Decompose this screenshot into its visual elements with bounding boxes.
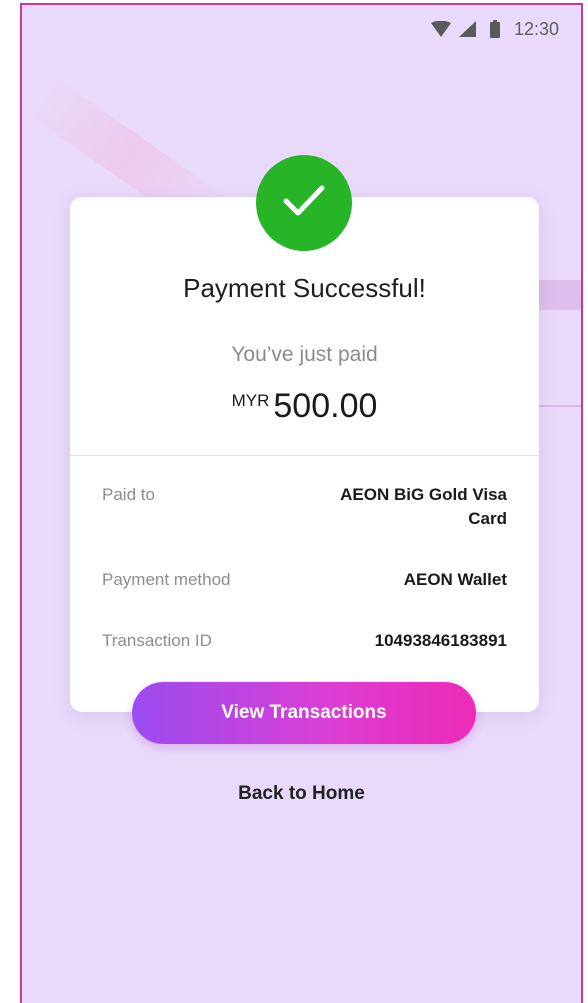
success-badge bbox=[256, 155, 352, 251]
divider bbox=[70, 455, 539, 456]
amount-value: 500.00 bbox=[273, 387, 378, 425]
wifi-icon bbox=[430, 21, 451, 37]
detail-value: AEON BiG Gold Visa Card bbox=[340, 485, 507, 528]
detail-value: 10493846183891 bbox=[374, 631, 507, 650]
view-transactions-button[interactable]: View Transactions bbox=[132, 682, 476, 744]
transaction-details: Paid to AEON BiG Gold Visa Card Payment … bbox=[102, 483, 507, 690]
paid-amount: MYR 500.00 bbox=[70, 387, 539, 426]
detail-label: Transaction ID bbox=[102, 631, 212, 650]
page-title: Payment Successful! bbox=[183, 273, 426, 303]
paid-subtitle: You’ve just paid bbox=[231, 343, 378, 366]
amount-currency: MYR bbox=[231, 391, 270, 410]
detail-row-paid-to: Paid to AEON BiG Gold Visa Card bbox=[102, 483, 507, 531]
status-bar: 12:30 bbox=[430, 17, 559, 41]
signal-icon bbox=[458, 21, 476, 37]
receipt-card: Payment Successful! You’ve just paid MYR… bbox=[70, 197, 539, 712]
status-time: 12:30 bbox=[513, 18, 559, 39]
back-to-home-link[interactable]: Back to Home bbox=[22, 783, 581, 805]
detail-label: Paid to bbox=[102, 485, 155, 504]
detail-row-transaction-id: Transaction ID 10493846183891 bbox=[102, 629, 507, 653]
detail-value: AEON Wallet bbox=[403, 570, 507, 589]
phone-screen: 12:30 Payment Successful! You’ve just pa… bbox=[20, 3, 583, 1003]
checkmark-icon bbox=[282, 183, 326, 224]
detail-row-payment-method: Payment method AEON Wallet bbox=[102, 568, 507, 592]
battery-icon bbox=[489, 20, 500, 38]
detail-label: Payment method bbox=[102, 570, 231, 589]
